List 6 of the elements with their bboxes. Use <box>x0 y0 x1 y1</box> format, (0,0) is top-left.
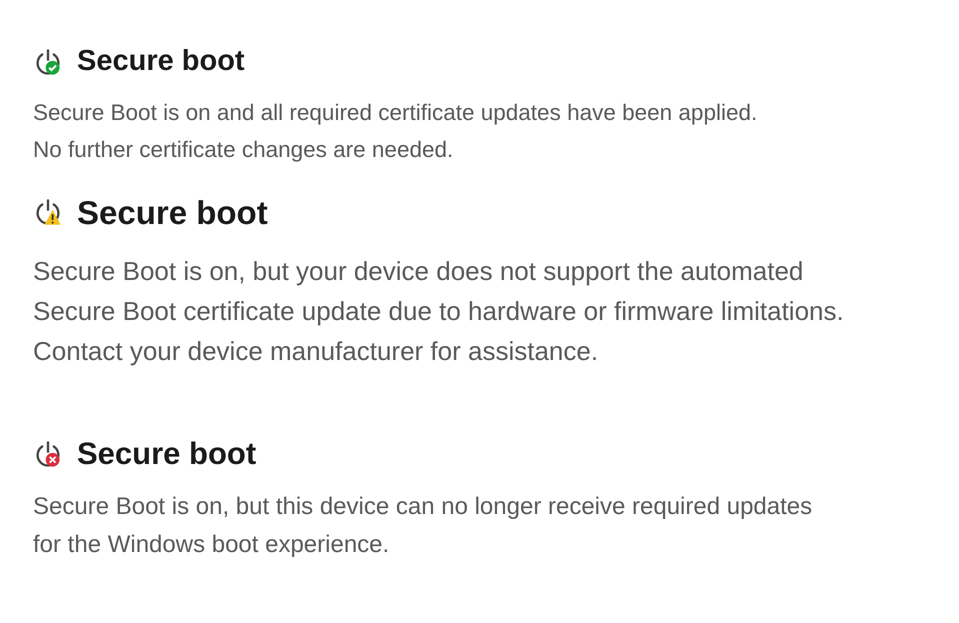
section-title: Secure boot <box>77 44 245 79</box>
status-description: Secure Boot is on and all required certificate updates have been applied. No further certificate changes are needed. <box>33 98 758 164</box>
section-title: Secure boot <box>77 192 268 232</box>
section-title: Secure boot <box>77 435 256 473</box>
status-description: Secure Boot is on, but your device does not support the automated Secure Boot certificate update due to hardware or firmware limitations. Contact your device manufacturer for assistance. <box>33 255 845 368</box>
status-description: Secure Boot is on, but this device can no longer receive required updates for the Windows boot experience. <box>33 492 814 560</box>
